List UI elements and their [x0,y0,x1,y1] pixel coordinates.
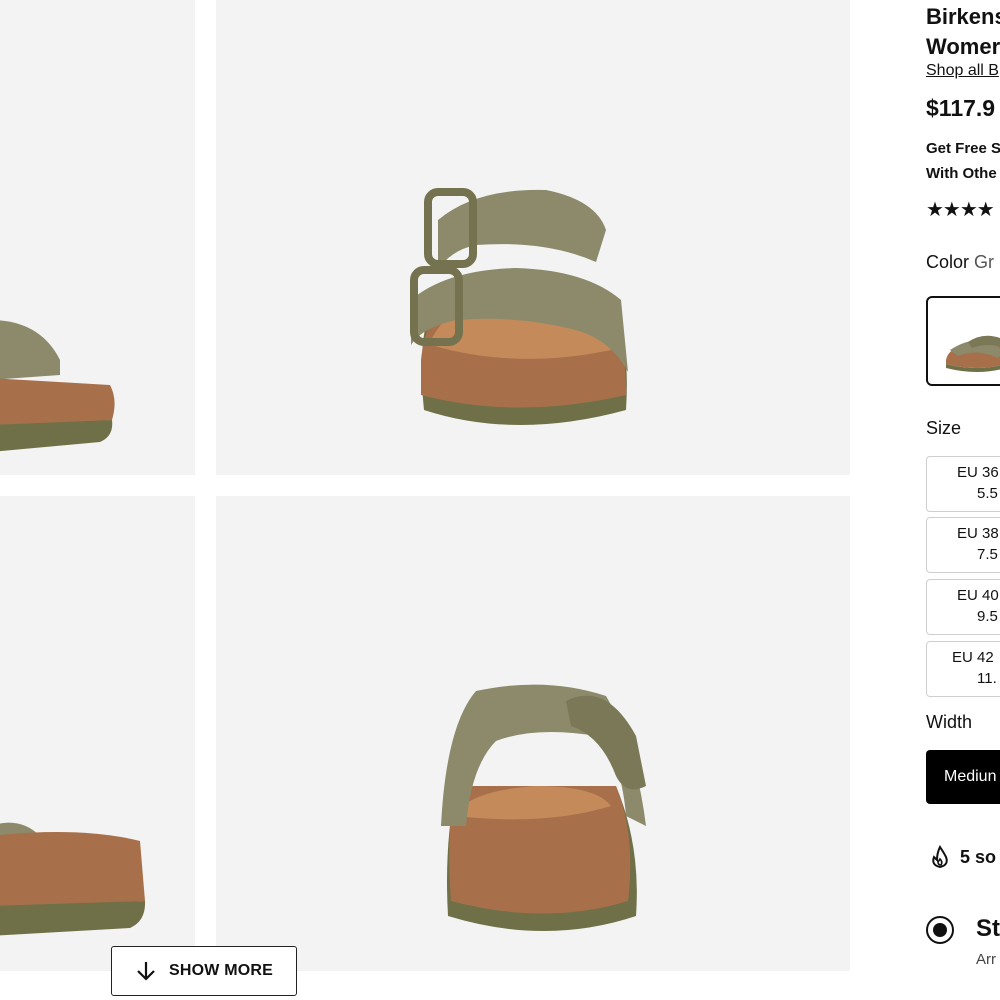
show-more-button[interactable]: SHOW MORE [111,946,297,996]
arrow-down-icon [137,962,155,981]
product-image-4[interactable] [216,496,850,971]
size-eu: EU 36 [957,464,999,481]
size-eu: EU 38 [957,525,999,542]
size-option-eu38[interactable]: EU 38 7.5 [926,517,1000,573]
sandal-image [441,684,646,931]
color-value: Gr [974,252,995,272]
show-more-label: SHOW MORE [168,962,274,979]
product-image-1[interactable] [0,0,195,475]
width-label: Width [926,712,973,732]
promo-line1: Get Free S [926,140,1000,157]
sandal-image [0,320,115,452]
size-us: 5.5 [977,485,998,502]
shipping-option-subtitle: Arr [976,951,996,968]
size-eu: EU 40 [957,587,999,604]
free-shipping-promo: Get Free S With Othe [926,136,1000,186]
color-label: Color Gr [926,252,994,273]
size-option-eu42[interactable]: EU 42 11. [926,641,1000,697]
color-label-text: Color [926,252,970,272]
flame-icon [932,845,948,869]
promo-line2: With Othe [926,165,997,182]
product-image-2[interactable] [216,0,850,475]
size-us: 9.5 [977,608,998,625]
sold-indicator: 5 so [930,845,996,869]
shop-all-link[interactable]: Shop all B [926,62,999,80]
product-price: $117.9 [926,95,996,121]
size-us: 11. [977,670,997,687]
sandal-image [410,188,628,425]
product-title-line1: Birkens [926,4,1000,29]
size-option-eu36[interactable]: EU 36 5.5 [926,456,1000,512]
sandal-image [0,822,146,936]
sold-text: 5 so [960,846,997,867]
color-swatch-selected[interactable] [926,296,1000,386]
width-option-medium[interactable]: Mediun [926,750,1000,804]
product-details-panel: Birkens Womer Shop all B $117.9 Get Free… [926,0,1000,1000]
size-option-eu40[interactable]: EU 40 9.5 [926,579,1000,635]
product-title: Birkens Womer [926,2,1000,62]
size-eu: EU 42 [952,649,994,666]
swatch-sandal-thumbnail [946,335,1000,372]
size-us: 7.5 [977,546,998,563]
size-label: Size [926,418,962,438]
shipping-option-radio[interactable] [926,916,954,944]
rating-stars[interactable]: ★★★★ [926,197,995,222]
shipping-option-title: St [976,915,1000,942]
product-image-3[interactable] [0,496,195,971]
product-title-line2: Womer [926,34,1000,59]
